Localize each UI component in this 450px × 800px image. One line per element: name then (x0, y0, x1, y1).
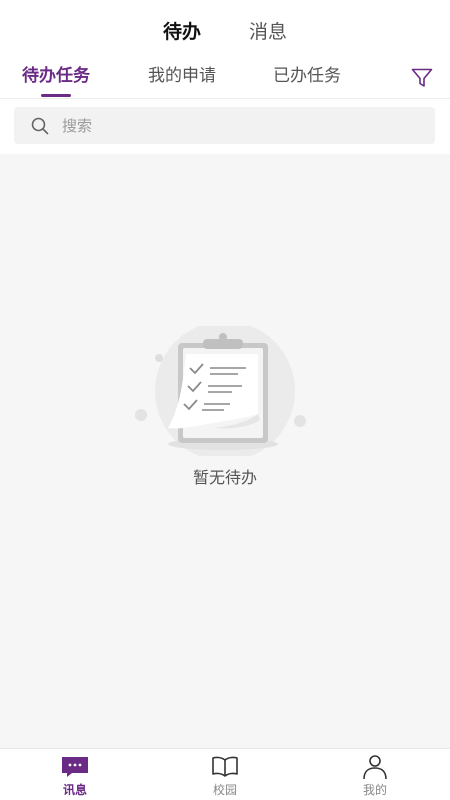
top-tab-messages[interactable]: 消息 (249, 14, 287, 50)
bottom-nav: 讯息 校园 我的 (0, 748, 450, 800)
filter-icon (411, 68, 433, 87)
nav-item-mine[interactable]: 我的 (335, 754, 415, 798)
top-tab-bar: 待办 消息 (0, 14, 450, 50)
book-icon (212, 756, 238, 777)
nav-label: 我的 (362, 783, 387, 797)
empty-state: 暂无待办 (0, 320, 450, 500)
header: 待办 消息 待办任务 我的申请 已办任务 (0, 0, 450, 154)
clipboard-checklist-icon (135, 326, 306, 456)
sub-tab-completed-tasks[interactable]: 已办任务 (273, 58, 341, 94)
search-bar[interactable] (14, 107, 435, 144)
nav-label: 校园 (212, 783, 237, 797)
search-icon (31, 117, 49, 134)
search-input[interactable] (62, 116, 402, 135)
nav-item-campus[interactable]: 校园 (185, 754, 265, 798)
header-divider (0, 98, 450, 99)
filter-button[interactable] (410, 66, 434, 90)
sub-tab-pending-tasks[interactable]: 待办任务 (22, 58, 90, 94)
sub-tab-my-applications[interactable]: 我的申请 (148, 58, 216, 94)
empty-state-text: 暂无待办 (192, 468, 257, 487)
user-icon (363, 755, 387, 780)
nav-item-messages[interactable]: 讯息 (35, 754, 115, 798)
nav-label: 讯息 (62, 783, 87, 797)
top-tab-todo[interactable]: 待办 (163, 14, 201, 50)
message-icon (62, 757, 88, 777)
sub-tab-bar: 待办任务 我的申请 已办任务 (0, 58, 450, 98)
